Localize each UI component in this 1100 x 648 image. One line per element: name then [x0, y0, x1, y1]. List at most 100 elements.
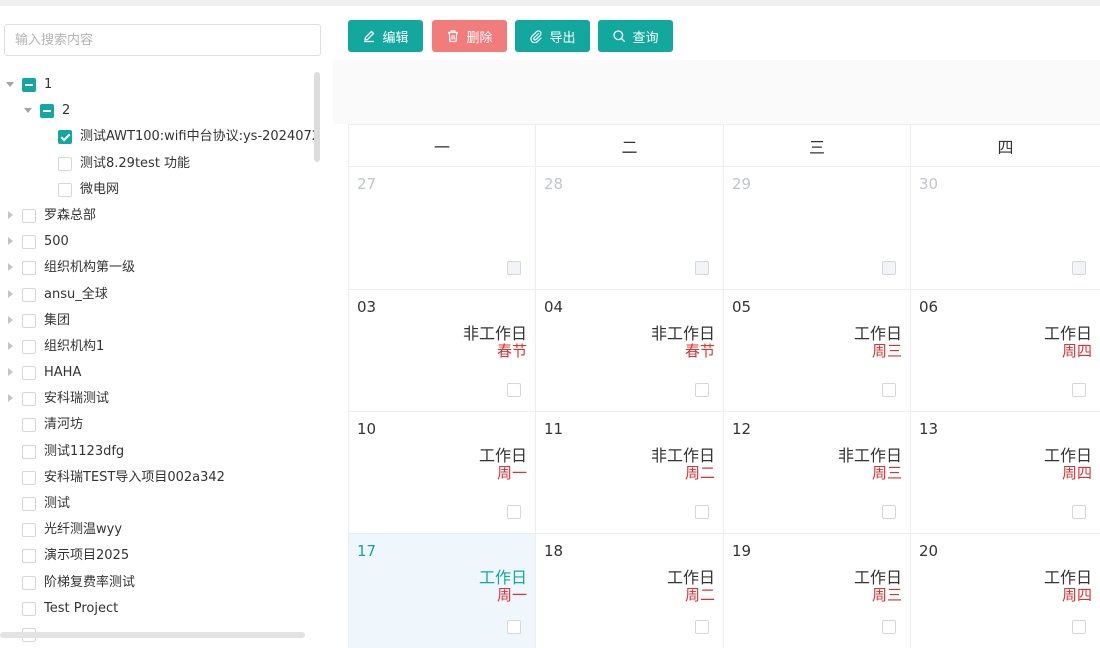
day-checkbox[interactable]	[882, 383, 896, 397]
tree-node[interactable]: 安科瑞TEST导入项目002a342	[0, 465, 315, 491]
calendar-day-cell[interactable]: 28	[536, 167, 724, 290]
day-checkbox[interactable]	[882, 620, 896, 634]
tree-node-label: 微电网	[80, 181, 120, 197]
tree-node-checkbox[interactable]	[22, 78, 36, 92]
tree-node[interactable]: 清河坊	[0, 412, 315, 438]
query-button[interactable]: 查询	[598, 20, 673, 52]
tree-horizontal-scrollbar[interactable]	[0, 632, 305, 638]
calendar-day-cell[interactable]: 05 工作日 周三	[724, 290, 911, 412]
tree-node[interactable]: 2	[0, 98, 315, 124]
day-checkbox[interactable]	[507, 620, 521, 634]
day-checkbox[interactable]	[1072, 505, 1086, 519]
tree-node-checkbox[interactable]	[22, 261, 36, 276]
tree-node[interactable]: 组织机构第一级	[0, 255, 315, 281]
day-checkbox[interactable]	[1072, 383, 1086, 397]
day-checkbox[interactable]	[507, 505, 521, 519]
tree-node[interactable]: 测试1123dfg	[0, 439, 315, 465]
tree-node[interactable]: HAHA	[0, 360, 315, 386]
caret-right-icon[interactable]	[5, 236, 15, 246]
caret-right-icon[interactable]	[5, 341, 15, 351]
calendar-day-cell[interactable]: 17 工作日 周一	[349, 534, 536, 648]
tree-node[interactable]: 1	[0, 72, 315, 98]
tree-node[interactable]: 测试AWT100:wifi中台协议:ys-2024072	[0, 124, 320, 150]
caret-right-icon[interactable]	[5, 262, 15, 272]
delete-button[interactable]: 删除	[432, 20, 507, 52]
tree-node[interactable]: 测试8.29test 功能	[0, 151, 315, 177]
tree-node-label: ansu_全球	[44, 286, 108, 302]
tree-node[interactable]: 500	[0, 229, 315, 255]
tree-node-checkbox[interactable]	[22, 313, 36, 328]
export-button[interactable]: 导出	[515, 20, 590, 52]
tree-node-checkbox[interactable]	[22, 523, 36, 538]
tree-node-checkbox[interactable]	[22, 235, 36, 250]
calendar-day-cell[interactable]: 11 非工作日 周二	[536, 412, 724, 534]
tree-node-label: 光纤测温wyy	[44, 522, 123, 538]
day-checkbox[interactable]	[507, 261, 521, 275]
calendar-day-cell[interactable]: 27	[349, 167, 536, 290]
day-checkbox[interactable]	[695, 383, 709, 397]
tree-node[interactable]: 微电网	[0, 177, 315, 203]
day-note-label: 周三	[871, 342, 902, 360]
day-number: 28	[544, 175, 564, 193]
tree-node-checkbox[interactable]	[22, 575, 36, 590]
tree-node[interactable]: 光纤测温wyy	[0, 517, 315, 543]
tree-node-checkbox[interactable]	[22, 287, 36, 302]
calendar-day-cell[interactable]: 19 工作日 周三	[724, 534, 911, 648]
edit-button[interactable]: 编辑	[348, 20, 423, 52]
tree-node-checkbox[interactable]	[22, 366, 36, 381]
calendar-day-cell[interactable]: 29	[724, 167, 911, 290]
day-checkbox[interactable]	[1072, 261, 1086, 275]
caret-right-icon[interactable]	[5, 210, 15, 220]
tree-node-checkbox[interactable]	[22, 601, 36, 616]
tree-node[interactable]: ansu_全球	[0, 282, 315, 308]
tree-node-label: 1	[44, 77, 53, 92]
caret-down-icon[interactable]	[5, 79, 15, 89]
tree-node-checkbox[interactable]	[22, 418, 36, 433]
tree-node[interactable]: 演示项目2025	[0, 543, 315, 569]
caret-right-icon[interactable]	[5, 367, 15, 377]
tree-node-label: 组织机构1	[44, 338, 105, 354]
calendar-day-cell[interactable]: 03 非工作日 春节	[349, 290, 536, 412]
day-checkbox[interactable]	[882, 261, 896, 275]
tree-node-checkbox[interactable]	[22, 497, 36, 511]
calendar-day-cell[interactable]: 04 非工作日 春节	[536, 290, 724, 412]
tree-node-checkbox[interactable]	[58, 156, 72, 171]
calendar-day-cell[interactable]: 12 非工作日 周三	[724, 412, 911, 534]
tree-node-checkbox[interactable]	[40, 104, 54, 119]
day-note-label: 周四	[1061, 464, 1092, 482]
day-checkbox[interactable]	[695, 505, 709, 519]
tree-node-checkbox[interactable]	[58, 130, 72, 145]
calendar-day-cell[interactable]: 30	[911, 167, 1100, 290]
tree-node[interactable]: 测试	[0, 491, 315, 517]
tree-node-checkbox[interactable]	[22, 444, 36, 459]
day-checkbox[interactable]	[695, 620, 709, 634]
tree-node-checkbox[interactable]	[22, 339, 36, 354]
tree-node-checkbox[interactable]	[22, 392, 36, 407]
day-checkbox[interactable]	[695, 261, 709, 275]
tree-node-checkbox[interactable]	[22, 549, 36, 564]
tree-node[interactable]: 罗森总部	[0, 203, 315, 229]
tree-node-checkbox[interactable]	[58, 182, 72, 197]
search-input[interactable]	[4, 24, 321, 56]
tree-node[interactable]: 组织机构1	[0, 334, 315, 360]
tree-node[interactable]: 安科瑞测试	[0, 386, 315, 412]
calendar-day-cell[interactable]: 06 工作日 周四	[911, 290, 1100, 412]
tree-node[interactable]: 集团	[0, 308, 315, 334]
tree-vertical-scrollbar[interactable]	[314, 72, 320, 162]
day-checkbox[interactable]	[507, 383, 521, 397]
calendar-day-cell[interactable]: 20 工作日 周四	[911, 534, 1100, 648]
calendar-day-cell[interactable]: 13 工作日 周四	[911, 412, 1100, 534]
caret-right-icon[interactable]	[5, 315, 15, 325]
caret-right-icon[interactable]	[5, 393, 15, 403]
day-note-label: 周四	[1061, 586, 1092, 604]
tree-node-checkbox[interactable]	[22, 470, 36, 485]
calendar-day-cell[interactable]: 18 工作日 周二	[536, 534, 724, 648]
day-checkbox[interactable]	[1072, 620, 1086, 634]
caret-right-icon[interactable]	[5, 289, 15, 299]
tree-node-checkbox[interactable]	[22, 208, 36, 223]
caret-down-icon[interactable]	[23, 105, 33, 115]
calendar-day-cell[interactable]: 10 工作日 周一	[349, 412, 536, 534]
tree-node[interactable]: 阶梯复费率测试	[0, 570, 315, 596]
tree-node[interactable]: Test Project	[0, 596, 315, 622]
day-checkbox[interactable]	[882, 505, 896, 519]
